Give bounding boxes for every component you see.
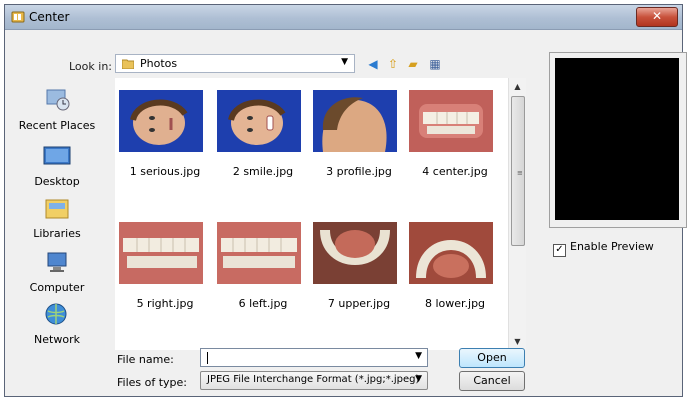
- open-file-dialog: Center ✕ Look in: Photos ▼ ◀ ⇧ ▰ ▦ Recen…: [4, 4, 687, 397]
- file-name: 3 profile.jpg: [326, 165, 392, 178]
- photo-thumbnail-teeth: [217, 222, 301, 284]
- look-in-value: Photos: [140, 57, 178, 70]
- photo-thumbnail-arch: [313, 222, 397, 284]
- look-in-label: Look in:: [69, 60, 112, 73]
- files-of-type-value: JPEG File Interchange Format (*.jpg;*.jp…: [207, 374, 420, 385]
- enable-preview-checkbox[interactable]: ✓ Enable Preview: [553, 240, 654, 257]
- views-menu-icon[interactable]: ▦: [427, 56, 443, 72]
- file-name: 5 right.jpg: [136, 297, 194, 310]
- place-label: Libraries: [33, 227, 81, 240]
- place-libraries[interactable]: Libraries: [5, 196, 109, 240]
- computer-icon: [47, 252, 67, 272]
- new-folder-icon[interactable]: ▰: [405, 56, 421, 72]
- file-list-scrollbar[interactable]: ▲ ≡ ▼: [508, 78, 526, 350]
- file-item[interactable]: 4 center.jpg: [409, 90, 501, 178]
- file-item[interactable]: 5 right.jpg: [119, 222, 211, 310]
- place-recent-places[interactable]: Recent Places: [5, 88, 109, 132]
- files-of-type-label: Files of type:: [117, 376, 188, 389]
- app-icon: [11, 11, 25, 23]
- file-name: 4 center.jpg: [422, 165, 488, 178]
- file-item[interactable]: 2 smile.jpg: [217, 90, 309, 178]
- photo-thumbnail-face: [119, 90, 203, 152]
- scroll-down-icon[interactable]: ▼: [509, 337, 526, 346]
- file-item[interactable]: 1 serious.jpg: [119, 90, 211, 178]
- file-item[interactable]: 8 lower.jpg: [409, 222, 501, 310]
- place-computer[interactable]: Computer: [5, 250, 109, 294]
- recent-places-icon: [46, 89, 70, 111]
- look-in-dropdown[interactable]: Photos ▼: [115, 54, 355, 73]
- files-of-type-select[interactable]: JPEG File Interchange Format (*.jpg;*.jp…: [200, 371, 428, 390]
- grip-icon: ≡: [517, 169, 523, 177]
- network-icon: [45, 303, 67, 325]
- file-name: 7 upper.jpg: [327, 297, 391, 310]
- file-name: 6 left.jpg: [238, 297, 288, 310]
- place-network[interactable]: Network: [5, 302, 109, 346]
- place-label: Network: [34, 333, 80, 346]
- close-button[interactable]: ✕: [636, 7, 678, 27]
- folder-icon: [122, 59, 134, 69]
- cancel-button[interactable]: Cancel: [459, 371, 525, 391]
- scrollbar-thumb[interactable]: ≡: [511, 96, 525, 246]
- file-name-input[interactable]: ▼: [200, 348, 428, 367]
- scroll-up-icon[interactable]: ▲: [509, 82, 526, 91]
- title-bar[interactable]: Center ✕: [5, 5, 682, 30]
- file-name: 2 smile.jpg: [232, 165, 294, 178]
- place-label: Desktop: [34, 175, 80, 188]
- enable-preview-label: Enable Preview: [570, 240, 654, 253]
- back-icon[interactable]: ◀: [365, 56, 381, 72]
- photo-thumbnail-face: [217, 90, 301, 152]
- preview-pane: [549, 52, 687, 228]
- photo-thumbnail-teeth: [119, 222, 203, 284]
- preview-image: [555, 58, 679, 220]
- file-item[interactable]: 6 left.jpg: [217, 222, 309, 310]
- place-label: Recent Places: [18, 119, 96, 132]
- desktop-icon: [43, 146, 71, 165]
- file-item[interactable]: 3 profile.jpg: [313, 90, 405, 178]
- photo-thumbnail-teeth: [409, 90, 493, 152]
- file-item[interactable]: 7 upper.jpg: [313, 222, 405, 310]
- chevron-down-icon[interactable]: ▼: [415, 351, 422, 361]
- checkbox-checked-icon[interactable]: ✓: [553, 244, 566, 257]
- window-title: Center: [29, 10, 70, 24]
- open-button[interactable]: Open: [459, 348, 525, 368]
- photo-thumbnail-profile: [313, 90, 397, 152]
- photo-thumbnail-arch: [409, 222, 493, 284]
- libraries-icon: [45, 199, 69, 219]
- file-name-label: File name:: [117, 353, 174, 366]
- chevron-down-icon: ▼: [341, 57, 348, 67]
- dialog-body: Look in: Photos ▼ ◀ ⇧ ▰ ▦ Recent Places …: [5, 30, 687, 396]
- up-folder-icon[interactable]: ⇧: [385, 56, 401, 72]
- text-caret: [207, 352, 208, 364]
- place-label: Computer: [29, 281, 85, 294]
- places-bar: Recent Places Desktop Libraries Computer…: [5, 78, 109, 350]
- close-icon: ✕: [651, 9, 663, 23]
- file-name: 8 lower.jpg: [424, 297, 486, 310]
- chevron-down-icon: ▼: [415, 374, 422, 384]
- place-desktop[interactable]: Desktop: [5, 144, 109, 188]
- file-list[interactable]: 1 serious.jpg 2 smile.jpg 3 profile.jpg …: [115, 78, 525, 350]
- file-name: 1 serious.jpg: [129, 165, 201, 178]
